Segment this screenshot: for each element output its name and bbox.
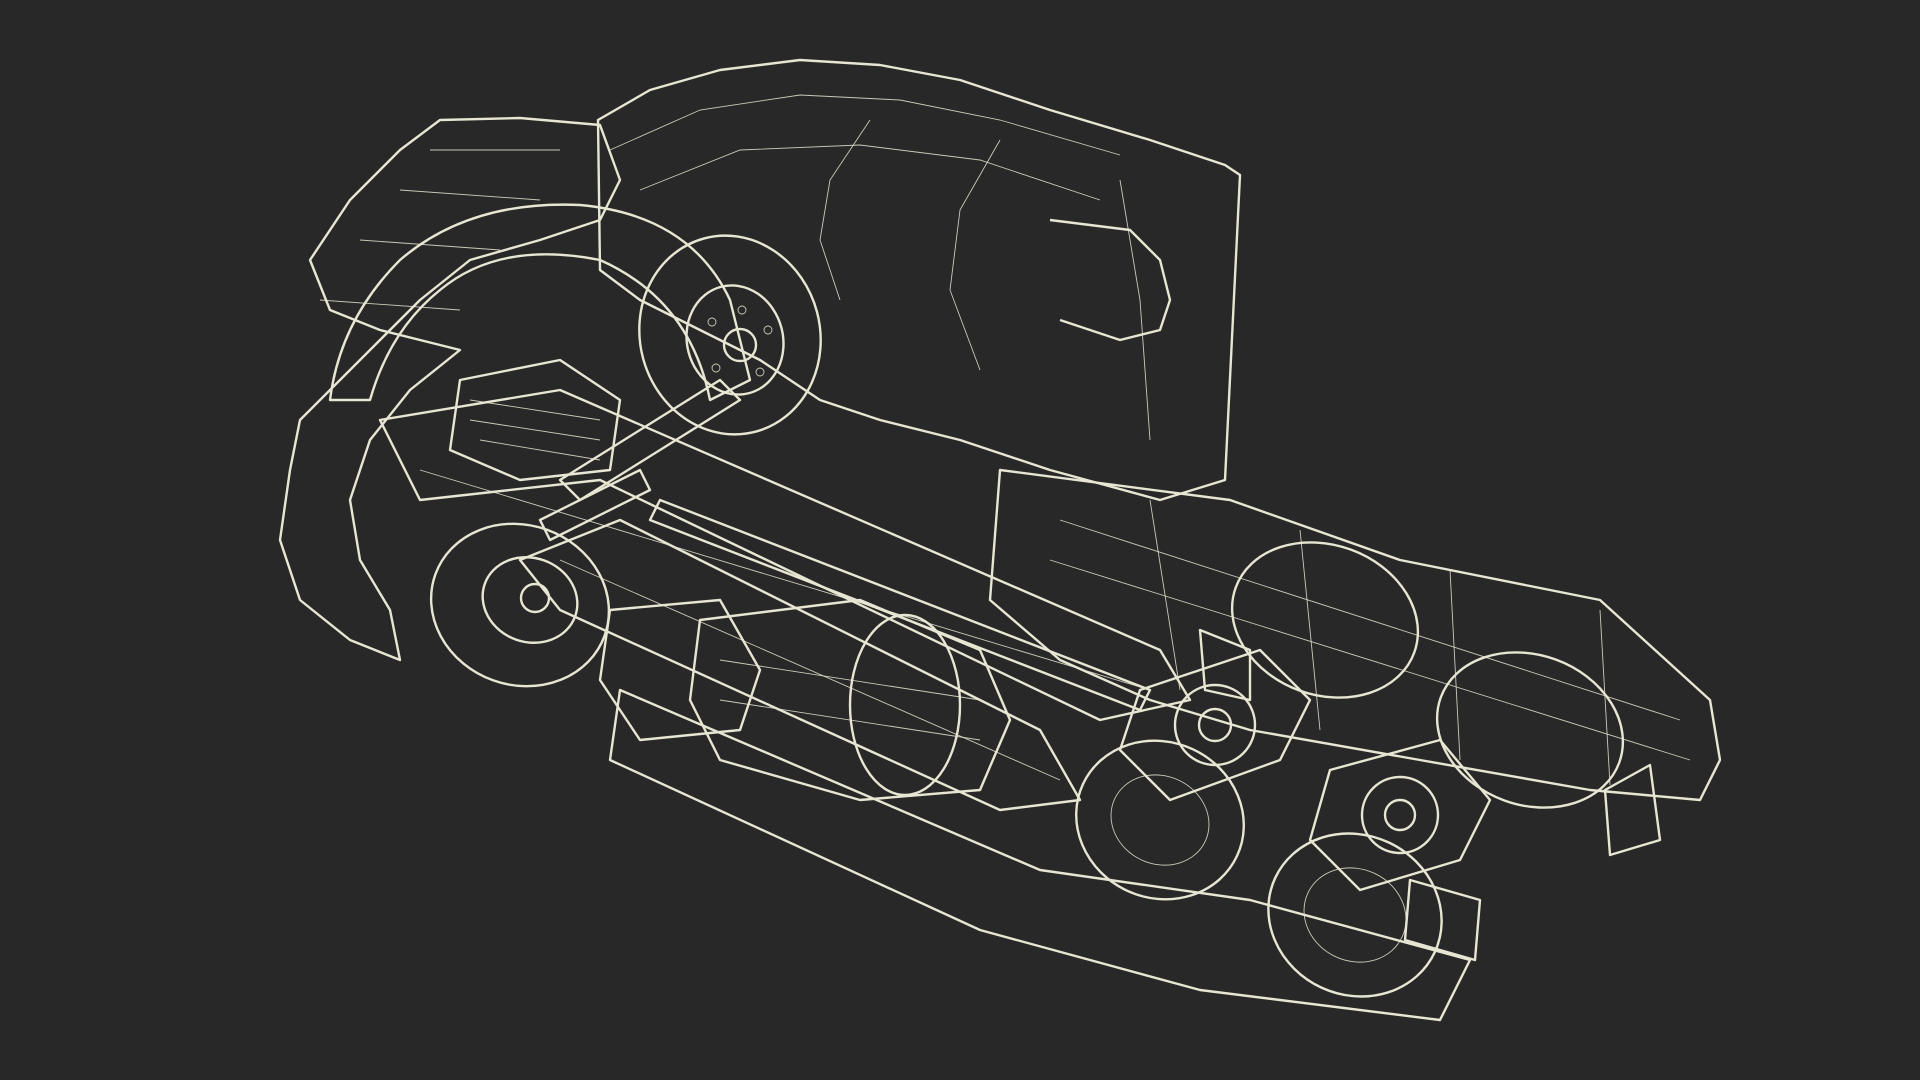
engine-block (448, 358, 622, 482)
render-viewport (0, 0, 1920, 1080)
chassis-frame (378, 388, 1192, 812)
rear-axle-1 (1118, 648, 1312, 802)
front-fender (328, 203, 752, 402)
front-axle (538, 378, 742, 542)
lower-side-skirt (608, 688, 1472, 1022)
truck-wireframe (278, 58, 1722, 1022)
rear-axle-2 (1308, 738, 1492, 892)
cab-body (596, 58, 1242, 502)
rear-tire-3 (1230, 541, 1420, 699)
front-wheel-lower (429, 522, 611, 688)
battery-box (598, 598, 762, 742)
drive-shaft (648, 498, 1152, 712)
rear-tire-1 (1075, 739, 1245, 901)
mudflap-right (1603, 763, 1662, 857)
rear-tire-2 (1267, 832, 1443, 998)
rear-tire-4 (1435, 651, 1625, 809)
front-wheel-upper (638, 234, 822, 436)
rear-deck (988, 468, 1722, 802)
side-bracket (1198, 628, 1252, 702)
